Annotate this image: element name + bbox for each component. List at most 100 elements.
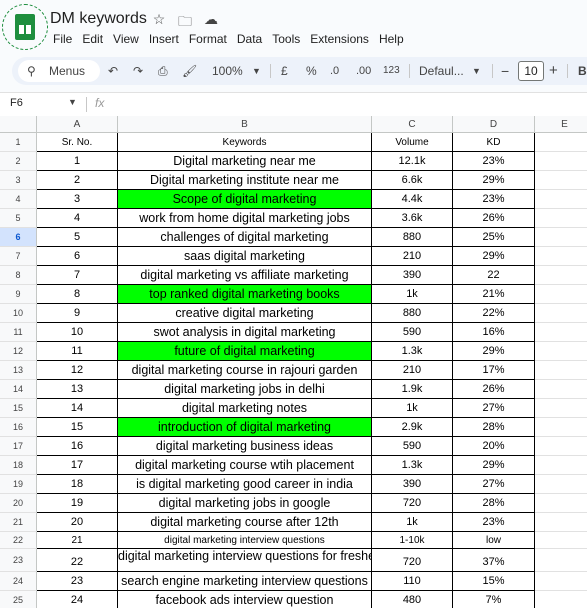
cell-c[interactable]: 720 (372, 494, 453, 513)
column-header-a[interactable]: A (37, 116, 118, 133)
cell-b[interactable]: Digital marketing institute near me (118, 171, 372, 190)
name-box-dropdown-icon[interactable]: ▼ (68, 97, 77, 107)
row-header[interactable]: 12 (0, 342, 37, 361)
row-header[interactable]: 20 (0, 494, 37, 513)
menu-edit[interactable]: Edit (77, 32, 108, 46)
cell-b[interactable]: Scope of digital marketing (118, 190, 372, 209)
cell-e[interactable] (535, 247, 587, 266)
cell-e[interactable] (535, 532, 587, 549)
cell-c[interactable]: 210 (372, 361, 453, 380)
cell-a[interactable]: 17 (37, 456, 118, 475)
cell-a[interactable]: 8 (37, 285, 118, 304)
cell-d[interactable]: 27% (453, 475, 535, 494)
cell-e[interactable] (535, 323, 587, 342)
cell-b[interactable]: facebook ads interview question (118, 591, 372, 608)
cell-a[interactable]: 9 (37, 304, 118, 323)
increase-font-size-button[interactable]: + (549, 57, 558, 85)
spreadsheet-grid[interactable]: A B C D E 1 Sr. No. Keywords Volume KD 2 1 Digital m… (0, 116, 587, 608)
cell-a[interactable]: 3 (37, 190, 118, 209)
cell-b[interactable]: search engine marketing interview questi… (118, 572, 372, 591)
cell-d[interactable]: 37% (453, 549, 535, 572)
cell-a[interactable]: 2 (37, 171, 118, 190)
cell-b[interactable]: digital marketing course after 12th (118, 513, 372, 532)
cell-d[interactable]: 28% (453, 494, 535, 513)
cell-d[interactable]: 23% (453, 152, 535, 171)
cell-e[interactable] (535, 380, 587, 399)
cell-b[interactable]: challenges of digital marketing (118, 228, 372, 247)
cell-c[interactable]: 590 (372, 437, 453, 456)
cell-b[interactable]: top ranked digital marketing books (118, 285, 372, 304)
cell-b[interactable]: digital marketing notes (118, 399, 372, 418)
cell-a[interactable]: 21 (37, 532, 118, 549)
font-select[interactable]: Defaul... (419, 57, 464, 85)
cell-b[interactable]: digital marketing business ideas (118, 437, 372, 456)
menu-insert[interactable]: Insert (144, 32, 184, 46)
cell-c[interactable]: 390 (372, 475, 453, 494)
percent-format-button[interactable]: % (306, 57, 317, 85)
menu-help[interactable]: Help (374, 32, 409, 46)
row-header[interactable]: 2 (0, 152, 37, 171)
row-header[interactable]: 23 (0, 549, 37, 572)
menu-tools[interactable]: Tools (267, 32, 305, 46)
currency-format-button[interactable]: £ (281, 57, 288, 85)
row-header[interactable]: 19 (0, 475, 37, 494)
cell-b[interactable]: digital marketing interview questions (118, 532, 372, 549)
row-header[interactable]: 11 (0, 323, 37, 342)
cell-b[interactable]: digital marketing interview questions fo… (118, 549, 372, 572)
bold-button[interactable]: B (578, 57, 587, 85)
cell-c[interactable]: 1-10k (372, 532, 453, 549)
cell-b[interactable]: digital marketing vs affiliate marketing (118, 266, 372, 285)
row-header[interactable]: 22 (0, 532, 37, 549)
row-header[interactable]: 18 (0, 456, 37, 475)
font-dropdown-icon[interactable]: ▼ (472, 57, 481, 85)
cell-e[interactable] (535, 209, 587, 228)
row-header[interactable]: 24 (0, 572, 37, 591)
cell-a[interactable]: 5 (37, 228, 118, 247)
cell-c[interactable]: 880 (372, 304, 453, 323)
cell-d[interactable]: 29% (453, 247, 535, 266)
undo-icon[interactable]: ↶ (108, 57, 118, 85)
row-header[interactable]: 10 (0, 304, 37, 323)
cell-c[interactable]: 720 (372, 549, 453, 572)
row-header[interactable]: 1 (0, 133, 37, 152)
cell-a[interactable]: 13 (37, 380, 118, 399)
cell-d[interactable]: 20% (453, 437, 535, 456)
cell-a[interactable]: 16 (37, 437, 118, 456)
cell-e[interactable] (535, 591, 587, 608)
cell-e[interactable] (535, 152, 587, 171)
menu-file[interactable]: File (48, 32, 77, 46)
search-menus-button[interactable]: ⚲ Menus (18, 60, 100, 82)
cell-c[interactable]: 12.1k (372, 152, 453, 171)
cell-c[interactable]: 6.6k (372, 171, 453, 190)
row-header[interactable]: 3 (0, 171, 37, 190)
cell-a[interactable]: 7 (37, 266, 118, 285)
decrease-font-size-button[interactable]: − (501, 57, 509, 85)
cell-e[interactable] (535, 190, 587, 209)
cell-d[interactable]: 22 (453, 266, 535, 285)
zoom-select[interactable]: 100% (212, 57, 243, 85)
cell-d[interactable]: 26% (453, 209, 535, 228)
cell-d[interactable]: 21% (453, 285, 535, 304)
cell-a[interactable]: 20 (37, 513, 118, 532)
cell-b[interactable]: digital marketing course in rajouri gard… (118, 361, 372, 380)
cell-e[interactable] (535, 228, 587, 247)
cell-b[interactable]: digital marketing jobs in delhi (118, 380, 372, 399)
cell-c[interactable]: 390 (372, 266, 453, 285)
cell-c[interactable]: 3.6k (372, 209, 453, 228)
decrease-decimal-button[interactable]: .0 (330, 57, 339, 85)
cell-a[interactable]: 11 (37, 342, 118, 361)
row-header[interactable]: 14 (0, 380, 37, 399)
cell-a[interactable]: 1 (37, 152, 118, 171)
menu-extensions[interactable]: Extensions (305, 32, 374, 46)
cell-a[interactable]: 18 (37, 475, 118, 494)
cell-b[interactable]: work from home digital marketing jobs (118, 209, 372, 228)
cell-e[interactable] (535, 437, 587, 456)
cell-a[interactable]: 12 (37, 361, 118, 380)
cell-b[interactable]: introduction of digital marketing (118, 418, 372, 437)
row-header[interactable]: 5 (0, 209, 37, 228)
cell-e[interactable] (535, 456, 587, 475)
cell-d[interactable]: 29% (453, 171, 535, 190)
sheets-logo-icon[interactable] (2, 4, 48, 50)
menu-data[interactable]: Data (232, 32, 267, 46)
cell-e[interactable] (535, 572, 587, 591)
